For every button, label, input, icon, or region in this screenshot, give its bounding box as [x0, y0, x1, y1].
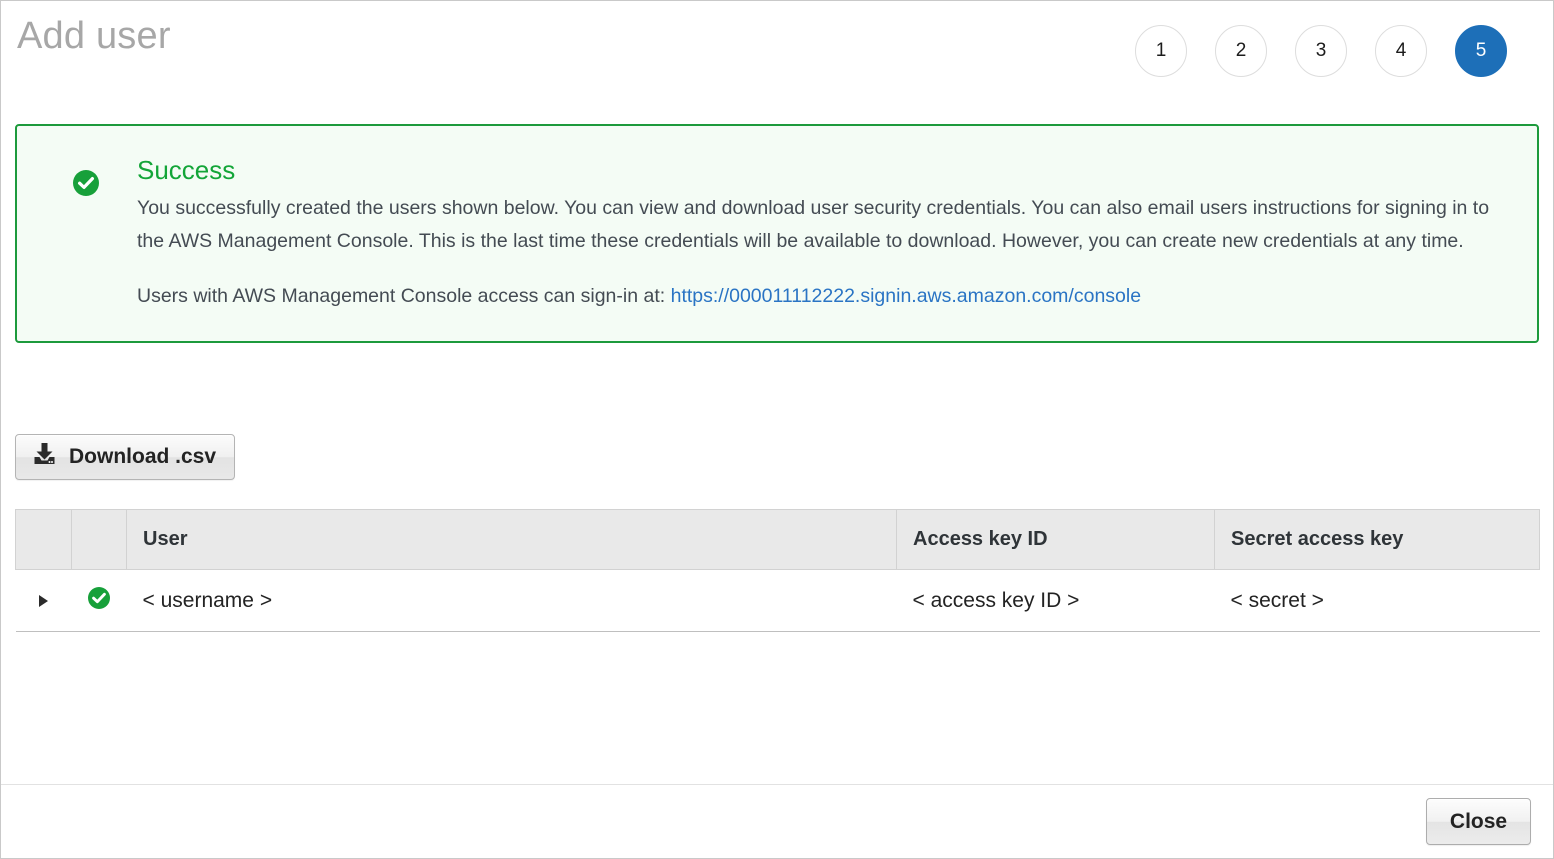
- signin-prefix-label: Users with AWS Management Console access…: [137, 285, 671, 307]
- row-user-cell: < username >: [127, 570, 897, 632]
- wizard-step-indicator: 1 2 3 4 5: [1135, 25, 1507, 77]
- row-secret-access-key-cell: < secret >: [1215, 570, 1540, 632]
- created-users-table: User Access key ID Secret access key: [15, 509, 1540, 632]
- signin-url-link[interactable]: https://000011112222.signin.aws.amazon.c…: [671, 285, 1141, 307]
- table-row: < username > < access key ID > < secret …: [16, 570, 1540, 632]
- row-access-key-id-cell: < access key ID >: [897, 570, 1215, 632]
- signin-line: Users with AWS Management Console access…: [137, 280, 1511, 313]
- check-circle-icon: [88, 587, 110, 615]
- column-header-status: [72, 510, 127, 570]
- row-status-cell: [72, 570, 127, 632]
- page-title: Add user: [17, 17, 171, 55]
- wizard-step-4[interactable]: 4: [1375, 25, 1427, 77]
- column-header-access-key-id[interactable]: Access key ID: [897, 510, 1215, 570]
- table-header-row: User Access key ID Secret access key: [16, 510, 1540, 570]
- success-alert: Success You successfully created the use…: [15, 124, 1539, 343]
- wizard-header: Add user 1 2 3 4 5: [1, 1, 1553, 101]
- download-csv-label: Download .csv: [69, 445, 216, 469]
- column-header-user[interactable]: User: [127, 510, 897, 570]
- wizard-step-1-label: 1: [1156, 40, 1167, 62]
- wizard-step-2[interactable]: 2: [1215, 25, 1267, 77]
- success-alert-body: Success You successfully created the use…: [137, 152, 1511, 313]
- wizard-step-4-label: 4: [1396, 40, 1407, 62]
- download-csv-button[interactable]: Download .csv: [15, 434, 235, 480]
- wizard-step-5[interactable]: 5: [1455, 25, 1507, 77]
- row-expand-cell[interactable]: [16, 570, 72, 632]
- table-header: User Access key ID Secret access key: [16, 510, 1540, 570]
- download-icon: [32, 442, 57, 472]
- column-header-expand: [16, 510, 72, 570]
- wizard-step-3-label: 3: [1316, 40, 1327, 62]
- wizard-step-5-label: 5: [1476, 40, 1487, 62]
- table-body: < username > < access key ID > < secret …: [16, 570, 1540, 632]
- wizard-footer: Close: [1, 784, 1553, 858]
- success-alert-heading: Success: [137, 155, 1511, 186]
- wizard-step-1[interactable]: 1: [1135, 25, 1187, 77]
- wizard-step-2-label: 2: [1236, 40, 1247, 62]
- column-header-secret-access-key[interactable]: Secret access key: [1215, 510, 1540, 570]
- wizard-step-3[interactable]: 3: [1295, 25, 1347, 77]
- check-circle-icon: [73, 170, 99, 196]
- success-alert-text: You successfully created the users shown…: [137, 192, 1511, 258]
- add-user-wizard-page: Add user 1 2 3 4 5: [0, 0, 1554, 859]
- expand-triangle-icon[interactable]: [39, 595, 48, 607]
- close-button[interactable]: Close: [1426, 798, 1531, 845]
